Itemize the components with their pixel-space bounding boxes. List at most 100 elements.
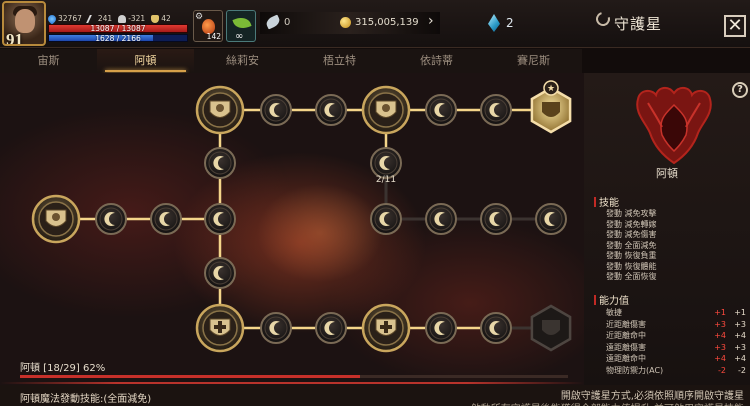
star-node-a6[interactable] xyxy=(480,94,512,126)
ability-value: -2 xyxy=(738,365,746,375)
star-node-m3[interactable] xyxy=(425,203,457,235)
hp-text: 13087 / 13087 xyxy=(90,24,146,33)
gem-count: 2 xyxy=(506,16,514,30)
star-node-m1[interactable] xyxy=(370,147,402,179)
help-icon[interactable]: ? xyxy=(732,82,748,98)
progress-track xyxy=(20,375,568,378)
ability-row: 敏捷 +1 +1 xyxy=(606,307,746,319)
tab-sainis[interactable]: 賽尼斯 xyxy=(485,49,582,73)
star-node-m5[interactable] xyxy=(535,203,567,235)
star-node-b1[interactable] xyxy=(204,147,236,179)
ability-delta: +3 xyxy=(714,319,726,329)
star-node-c6[interactable] xyxy=(530,304,572,352)
hint-line-2: 啟動所有守護星後能獲得全部能力值提升,並可啟用守護星技能 xyxy=(471,400,744,406)
star-node-a5[interactable] xyxy=(425,94,457,126)
skills-list: 發動 減免攻擊 發動 減免轉嫁 發動 減免傷害 發動 全面減免 發動 恢復負重 … xyxy=(606,209,657,283)
skills-title: 技能 xyxy=(599,198,619,209)
star-node-a1[interactable] xyxy=(195,85,245,135)
ability-name: 敏捷 xyxy=(606,308,622,317)
player-stats: 32767 241 -321 42 xyxy=(46,12,171,25)
star-node-b2[interactable] xyxy=(204,203,236,235)
detail-panel: ? 阿頓 技能 發動 減免攻擊 發動 減免轉嫁 發動 減免傷害 發動 全面減免 … xyxy=(584,73,750,385)
gear-icon: ⚙ xyxy=(195,12,204,22)
star-node-c1[interactable] xyxy=(260,312,292,344)
constellation-board: ★ 2/11 阿頓 [18/29] 62% xyxy=(0,73,584,385)
star-node-m2[interactable] xyxy=(370,203,402,235)
blue-gem-icon xyxy=(488,14,500,32)
ability-name: 近距離命中 xyxy=(606,331,646,340)
tab-wulit[interactable]: 梧立特 xyxy=(291,49,388,73)
star-node-l2[interactable] xyxy=(95,203,127,235)
skill-item: 發動 恢復負重 xyxy=(606,251,657,260)
potion-slot[interactable]: ⚙ 142 xyxy=(193,10,223,42)
ability-delta: +3 xyxy=(714,342,726,352)
ability-name: 物理防禦力(AC) xyxy=(606,365,664,375)
ability-name: 近距離傷害 xyxy=(606,319,646,329)
guardian-emblem-icon xyxy=(593,9,613,29)
star-node-c3[interactable] xyxy=(361,303,411,353)
ability-value: +4 xyxy=(734,354,746,363)
close-button[interactable]: ✕ xyxy=(724,15,746,37)
star-node-a7[interactable]: ★ xyxy=(530,80,572,134)
ability-table: 敏捷 +1 +1 近距離傷害 +3 +3 近距離命中 +4 +4 遠距離傷害 +… xyxy=(606,307,746,376)
aton-emblem-icon xyxy=(636,87,712,165)
feather-icon xyxy=(264,14,282,30)
stat-attack-value: 241 xyxy=(97,14,113,23)
star-node-c4[interactable] xyxy=(425,312,457,344)
ability-name: 遠距離命中 xyxy=(606,354,646,363)
constellation-links xyxy=(56,108,551,330)
stat-defense: -321 xyxy=(118,14,145,23)
star-node-a3[interactable] xyxy=(315,94,347,126)
star-node-c2[interactable] xyxy=(315,312,347,344)
player-level: 91 xyxy=(6,30,23,46)
tab-sirian[interactable]: 絲莉安 xyxy=(194,49,291,73)
helmet-icon xyxy=(118,14,127,23)
skill-item: 發動 減免攻擊 xyxy=(606,209,657,218)
tab-yishidi[interactable]: 依詩蒂 xyxy=(388,49,485,73)
stat-flame: 32767 xyxy=(46,12,82,25)
ability-value: +3 xyxy=(734,342,746,352)
star-node-b3[interactable] xyxy=(204,257,236,289)
ability-delta: +4 xyxy=(714,354,726,363)
blue-flame-icon xyxy=(46,12,58,25)
chevron-right-icon[interactable]: › xyxy=(428,13,434,29)
star-node-b4[interactable] xyxy=(195,303,245,353)
guardian-tabs: 宙斯 阿頓 絲莉安 梧立特 依詩蒂 賽尼斯 xyxy=(0,49,582,73)
star-node-m4[interactable] xyxy=(480,203,512,235)
gold-count: 315,005,139 xyxy=(355,17,419,28)
ability-row: 近距離傷害 +3 +3 xyxy=(606,319,746,331)
constellation-graph: ★ 2/11 xyxy=(31,80,572,353)
ability-name: 遠距離傷害 xyxy=(606,342,646,352)
ability-value: +4 xyxy=(734,331,746,340)
trophy-icon xyxy=(151,14,160,23)
top-hud: 91 32767 241 -321 42 13087 / 13087 1628 … xyxy=(0,0,750,48)
footer-bar: 阿頓魔法發動技能:(全面減免) 開啟守護星方式,必須依照順序開啟守護星 啟動所有… xyxy=(0,385,750,406)
ability-row: 遠距離傷害 +3 +3 xyxy=(606,342,746,354)
herb-infinite-label: ∞ xyxy=(235,31,244,42)
star-node-c5[interactable] xyxy=(480,312,512,344)
page-title: 守護星 xyxy=(614,15,663,33)
board-divider xyxy=(0,382,584,384)
ability-value: +1 xyxy=(734,308,746,317)
currency-bar: 0 315,005,139 › xyxy=(260,12,440,34)
ability-row: 遠距離命中 +4 +4 xyxy=(606,353,746,365)
player-portrait[interactable]: 91 xyxy=(2,1,46,46)
hp-bar: 13087 / 13087 xyxy=(48,24,188,33)
hero-name: 阿頓 xyxy=(656,167,678,180)
stat-flame-value: 32767 xyxy=(58,14,82,23)
star-node-l3[interactable] xyxy=(150,203,182,235)
star-node-l1[interactable] xyxy=(31,194,81,244)
crossed-swords-icon xyxy=(85,14,98,23)
ability-heading: 能力值 xyxy=(594,292,629,307)
star-node-a4[interactable] xyxy=(361,85,411,135)
ability-delta: -2 xyxy=(718,365,726,375)
star-node-a2[interactable] xyxy=(260,94,292,126)
skill-item: 發動 恢復體能 xyxy=(606,261,657,271)
tab-zeus[interactable]: 宙斯 xyxy=(0,49,97,73)
skill-trigger-text: 阿頓魔法發動技能:(全面減免) xyxy=(20,394,152,405)
ability-title: 能力值 xyxy=(599,296,629,307)
tab-aton[interactable]: 阿頓 xyxy=(97,49,194,73)
potion-count: 142 xyxy=(206,32,221,41)
skill-item: 發動 全面減免 xyxy=(606,240,657,250)
herb-slot[interactable]: ∞ xyxy=(226,10,256,42)
